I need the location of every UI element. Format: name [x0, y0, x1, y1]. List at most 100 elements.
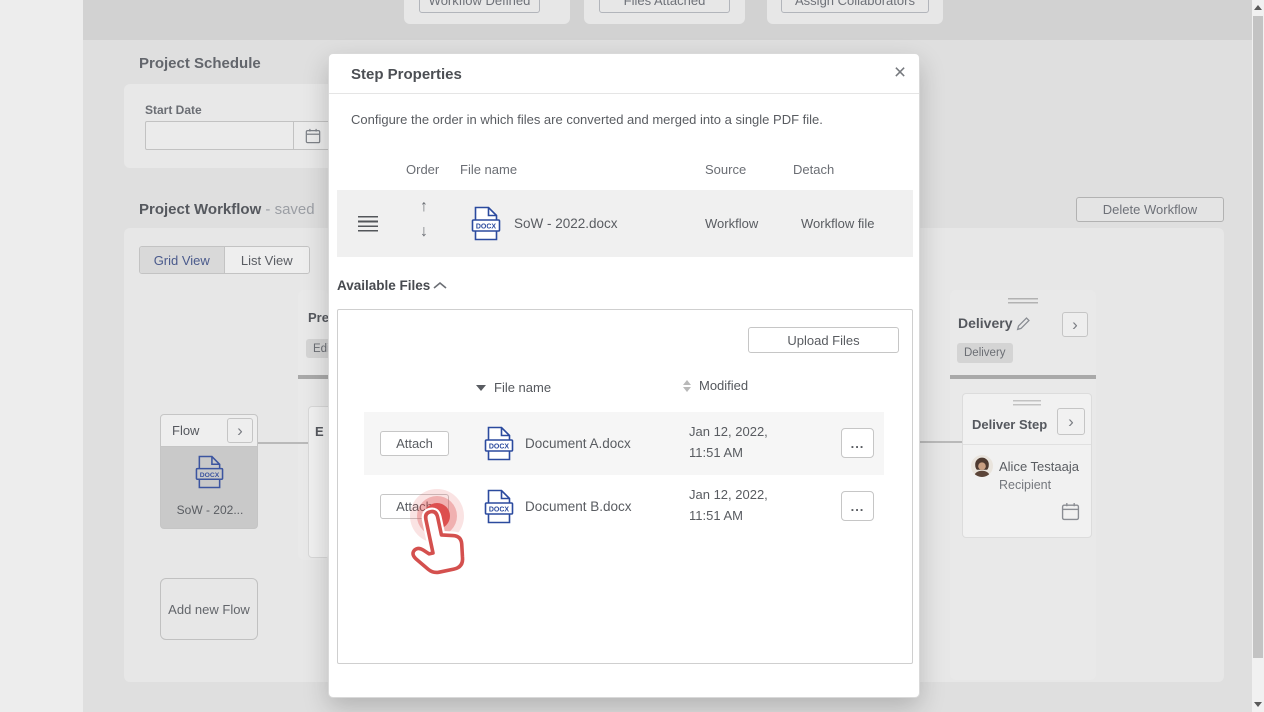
flow-card[interactable]: Flow › DOCX SoW - 202... — [160, 414, 258, 529]
chevron-right-icon: › — [1068, 413, 1074, 430]
delivery-open-button[interactable]: › — [1062, 312, 1088, 337]
attached-file-detach[interactable]: Workflow file — [801, 216, 874, 231]
step-divider — [963, 444, 1091, 445]
top-step-card: Assign Collaborators — [767, 0, 943, 24]
modified-date: Jan 12, 2022, — [689, 424, 768, 439]
step-drag-handle[interactable] — [1013, 400, 1041, 406]
delete-workflow-button[interactable]: Delete Workflow — [1076, 197, 1224, 222]
docx-file-icon: DOCX — [195, 455, 224, 489]
deliver-step-card[interactable]: Deliver Step › Alice Testaaja Recipient — [962, 393, 1092, 538]
files-attached-button[interactable]: Files Attached — [599, 0, 730, 13]
available-files-panel: Upload Files File name Modified Attach — [337, 309, 913, 664]
docx-file-icon: DOCX — [484, 426, 514, 461]
start-date-label: Start Date — [145, 103, 202, 117]
top-step-card: Files Attached — [584, 0, 745, 24]
attached-file-source: Workflow — [705, 216, 758, 231]
file-row: Attach DOCX Document A.docx Jan 12, 2022… — [364, 412, 884, 475]
collapse-available-button[interactable] — [429, 276, 451, 294]
flow-card-title: Flow — [172, 423, 199, 438]
deliver-step-title: Deliver Step — [972, 417, 1047, 432]
available-files-label: Available Files — [337, 278, 430, 293]
column-divider — [298, 375, 328, 379]
left-step-title: E — [315, 424, 324, 439]
deliver-step-open-button[interactable]: › — [1057, 408, 1085, 435]
chevron-right-icon: › — [1072, 316, 1078, 333]
tab-grid-view[interactable]: Grid View — [140, 247, 225, 273]
attach-button[interactable]: Attach — [380, 431, 449, 456]
sort-by-modified[interactable]: Modified — [683, 378, 748, 393]
left-sidebar — [0, 0, 83, 712]
attached-header-file-name: File name — [460, 162, 517, 177]
attached-header-order: Order — [406, 162, 439, 177]
edit-pencil-icon[interactable] — [1016, 316, 1031, 331]
docx-icon-label: DOCX — [476, 224, 497, 231]
modified-time: 11:51 AM — [689, 508, 743, 523]
start-date-field[interactable] — [145, 121, 332, 150]
scrollbar-thumb[interactable] — [1253, 16, 1263, 658]
chevron-up-icon — [432, 281, 448, 290]
modified-time: 11:51 AM — [689, 445, 743, 460]
more-options-button[interactable]: ... — [841, 491, 874, 521]
start-date-input[interactable] — [146, 122, 293, 149]
recipient-name: Alice Testaaja — [999, 459, 1079, 474]
flow-card-body[interactable]: DOCX SoW - 202... — [160, 447, 258, 529]
step-calendar-button[interactable] — [1061, 502, 1080, 524]
delivery-chip: Delivery — [957, 343, 1013, 363]
attached-file-row: ↑ ↓ DOCX SoW - 2022.docx Workflow Workfl… — [337, 190, 913, 257]
flow-file-label: SoW - 202... — [161, 503, 259, 517]
docx-icon-label: DOCX — [489, 444, 510, 451]
project-schedule-title: Project Schedule — [139, 55, 261, 72]
assign-collaborators-button[interactable]: Assign Collaborators — [781, 0, 929, 13]
docx-icon-label: DOCX — [200, 472, 220, 479]
flow-connector-line — [258, 442, 308, 444]
tab-list-view[interactable]: List View — [225, 247, 310, 273]
sort-by-file-name[interactable]: File name — [476, 380, 551, 395]
delivery-column: Delivery › Delivery Deliver Step › — [950, 290, 1096, 680]
attached-header-detach: Detach — [793, 162, 834, 177]
modal-title: Step Properties — [351, 66, 462, 83]
drag-handle-icon[interactable] — [358, 216, 378, 232]
more-options-button[interactable]: ... — [841, 428, 874, 458]
modal-description: Configure the order in which files are c… — [351, 112, 891, 127]
workflow-defined-button[interactable]: Workflow Defined — [419, 0, 540, 13]
delivery-column-title: Delivery — [958, 315, 1012, 331]
scrollbar[interactable] — [1252, 0, 1264, 712]
docx-icon-label: DOCX — [489, 507, 510, 514]
step-properties-modal: Step Properties × Configure the order in… — [328, 53, 920, 698]
attach-button[interactable]: Attach — [380, 494, 449, 519]
close-icon[interactable]: × — [887, 60, 913, 86]
column-divider — [950, 375, 1096, 379]
left-column-chip: Edi — [306, 339, 328, 358]
file-name: Document A.docx — [525, 436, 631, 451]
flow-open-button[interactable]: › — [227, 418, 253, 443]
sort-desc-icon — [476, 385, 486, 391]
view-toggle: Grid View List View — [139, 246, 310, 274]
top-header-band: Workflow Defined Files Attached Assign C… — [83, 0, 1252, 40]
scrollbar-down-icon[interactable] — [1254, 702, 1262, 707]
workflow-saved-status: - saved — [265, 201, 314, 218]
project-workflow-title: Project Workflow - saved — [139, 201, 315, 218]
recipient-role: Recipient — [999, 478, 1051, 492]
attached-header-source: Source — [705, 162, 746, 177]
modal-header: Step Properties × — [329, 54, 919, 94]
docx-file-icon: DOCX — [484, 489, 514, 524]
sort-both-icon — [683, 380, 691, 392]
attached-file-name: SoW - 2022.docx — [514, 216, 618, 231]
flow-card-header: Flow › — [160, 414, 258, 447]
left-column-title: Pre — [308, 310, 328, 325]
column-drag-handle[interactable] — [1008, 298, 1038, 304]
app-window: Workflow Defined Files Attached Assign C… — [0, 0, 1264, 712]
sort-file-name-label: File name — [494, 380, 551, 395]
calendar-button[interactable] — [293, 122, 331, 149]
calendar-icon — [1061, 502, 1080, 521]
add-new-flow-button[interactable]: Add new Flow — [160, 578, 258, 640]
move-down-button[interactable]: ↓ — [415, 223, 433, 245]
upload-files-button[interactable]: Upload Files — [748, 327, 899, 353]
file-name: Document B.docx — [525, 499, 632, 514]
left-column-step-card[interactable]: E — [308, 406, 328, 558]
move-up-button[interactable]: ↑ — [415, 198, 433, 220]
sort-modified-label: Modified — [699, 378, 748, 393]
scrollbar-up-icon[interactable] — [1254, 5, 1262, 10]
recipient-avatar — [971, 455, 993, 477]
top-step-card: Workflow Defined — [404, 0, 570, 24]
